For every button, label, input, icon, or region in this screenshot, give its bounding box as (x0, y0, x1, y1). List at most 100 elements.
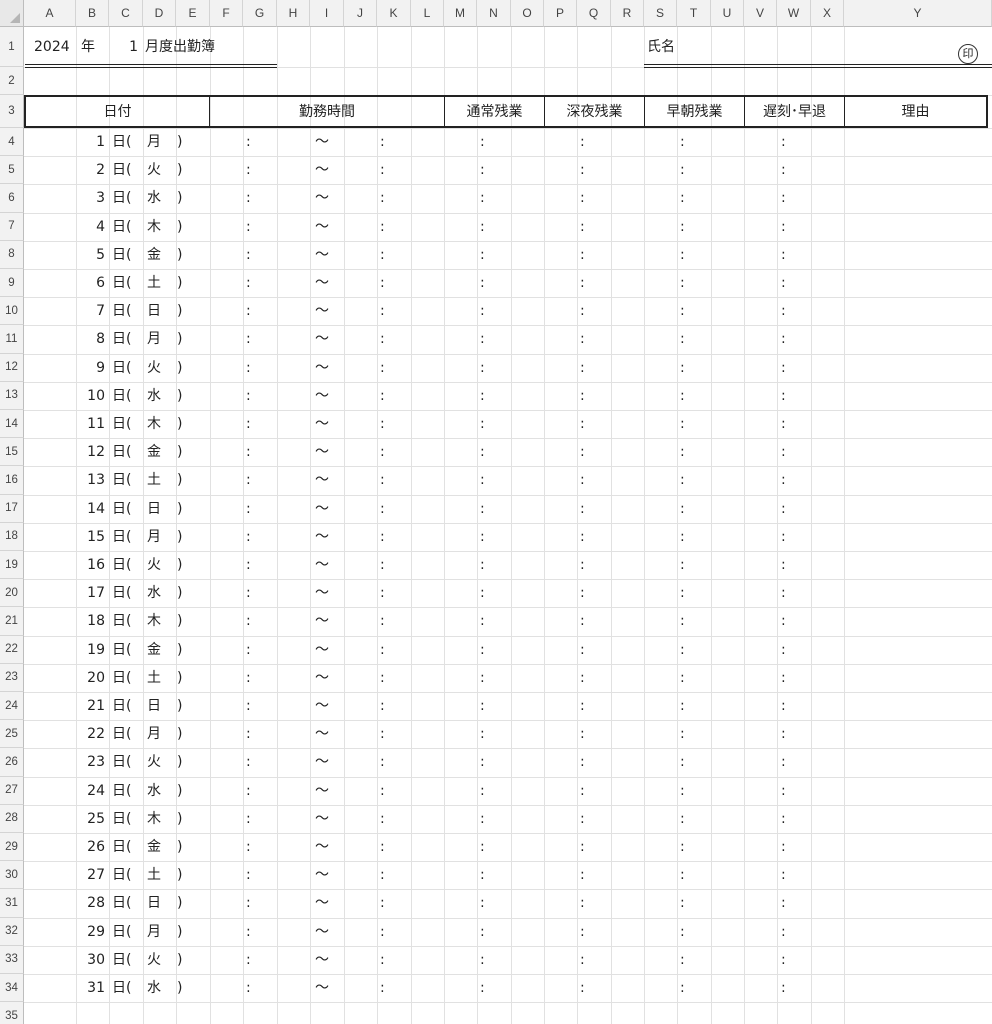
close-paren-cell[interactable]: ) (177, 811, 182, 827)
late-early-sep-cell[interactable]: : (781, 360, 786, 376)
day-suffix-cell[interactable]: 日( (112, 331, 131, 347)
day-number-cell[interactable]: 30 (76, 952, 105, 968)
late-early-sep-cell[interactable]: : (781, 444, 786, 460)
close-paren-cell[interactable]: ) (177, 416, 182, 432)
day-suffix-cell[interactable]: 日( (112, 162, 131, 178)
close-paren-cell[interactable]: ) (177, 895, 182, 911)
weekday-cell[interactable]: 金 (145, 839, 163, 855)
night-overtime-sep-cell[interactable]: : (580, 783, 585, 799)
end-time-sep-cell[interactable]: : (380, 275, 385, 291)
end-time-sep-cell[interactable]: : (380, 642, 385, 658)
time-range-sep-cell[interactable]: 〜 (312, 895, 332, 911)
start-time-sep-cell[interactable]: : (246, 726, 251, 742)
early-overtime-sep-cell[interactable]: : (680, 557, 685, 573)
day-suffix-cell[interactable]: 日( (112, 388, 131, 404)
day-suffix-cell[interactable]: 日( (112, 134, 131, 150)
normal-overtime-sep-cell[interactable]: : (480, 585, 485, 601)
night-overtime-sep-cell[interactable]: : (580, 754, 585, 770)
night-overtime-sep-cell[interactable]: : (580, 952, 585, 968)
late-early-sep-cell[interactable]: : (781, 388, 786, 404)
late-early-sep-cell[interactable]: : (781, 275, 786, 291)
start-time-sep-cell[interactable]: : (246, 754, 251, 770)
late-early-sep-cell[interactable]: : (781, 867, 786, 883)
late-early-sep-cell[interactable]: : (781, 557, 786, 573)
night-overtime-sep-cell[interactable]: : (580, 303, 585, 319)
early-overtime-sep-cell[interactable]: : (680, 783, 685, 799)
end-time-sep-cell[interactable]: : (380, 501, 385, 517)
time-range-sep-cell[interactable]: 〜 (312, 190, 332, 206)
late-early-sep-cell[interactable]: : (781, 670, 786, 686)
late-early-sep-cell[interactable]: : (781, 754, 786, 770)
close-paren-cell[interactable]: ) (177, 613, 182, 629)
weekday-cell[interactable]: 木 (145, 811, 163, 827)
weekday-cell[interactable]: 水 (145, 980, 163, 996)
normal-overtime-sep-cell[interactable]: : (480, 839, 485, 855)
normal-overtime-sep-cell[interactable]: : (480, 952, 485, 968)
day-suffix-cell[interactable]: 日( (112, 613, 131, 629)
weekday-cell[interactable]: 日 (145, 698, 163, 714)
early-overtime-sep-cell[interactable]: : (680, 924, 685, 940)
night-overtime-sep-cell[interactable]: : (580, 190, 585, 206)
early-overtime-sep-cell[interactable]: : (680, 331, 685, 347)
day-suffix-cell[interactable]: 日( (112, 726, 131, 742)
close-paren-cell[interactable]: ) (177, 754, 182, 770)
day-number-cell[interactable]: 21 (76, 698, 105, 714)
start-time-sep-cell[interactable]: : (246, 360, 251, 376)
day-suffix-cell[interactable]: 日( (112, 416, 131, 432)
early-overtime-sep-cell[interactable]: : (680, 472, 685, 488)
night-overtime-sep-cell[interactable]: : (580, 557, 585, 573)
end-time-sep-cell[interactable]: : (380, 670, 385, 686)
time-range-sep-cell[interactable]: 〜 (312, 331, 332, 347)
early-overtime-sep-cell[interactable]: : (680, 642, 685, 658)
day-suffix-cell[interactable]: 日( (112, 444, 131, 460)
close-paren-cell[interactable]: ) (177, 444, 182, 460)
time-range-sep-cell[interactable]: 〜 (312, 839, 332, 855)
time-range-sep-cell[interactable]: 〜 (312, 642, 332, 658)
normal-overtime-sep-cell[interactable]: : (480, 190, 485, 206)
day-number-cell[interactable]: 4 (76, 219, 105, 235)
night-overtime-sep-cell[interactable]: : (580, 698, 585, 714)
day-number-cell[interactable]: 11 (76, 416, 105, 432)
close-paren-cell[interactable]: ) (177, 529, 182, 545)
night-overtime-sep-cell[interactable]: : (580, 162, 585, 178)
start-time-sep-cell[interactable]: : (246, 670, 251, 686)
weekday-cell[interactable]: 日 (145, 501, 163, 517)
early-overtime-sep-cell[interactable]: : (680, 952, 685, 968)
late-early-sep-cell[interactable]: : (781, 952, 786, 968)
late-early-sep-cell[interactable]: : (781, 924, 786, 940)
start-time-sep-cell[interactable]: : (246, 698, 251, 714)
start-time-sep-cell[interactable]: : (246, 867, 251, 883)
night-overtime-sep-cell[interactable]: : (580, 472, 585, 488)
day-suffix-cell[interactable]: 日( (112, 303, 131, 319)
early-overtime-sep-cell[interactable]: : (680, 754, 685, 770)
close-paren-cell[interactable]: ) (177, 670, 182, 686)
day-number-cell[interactable]: 1 (76, 134, 105, 150)
time-range-sep-cell[interactable]: 〜 (312, 613, 332, 629)
close-paren-cell[interactable]: ) (177, 472, 182, 488)
normal-overtime-sep-cell[interactable]: : (480, 867, 485, 883)
day-suffix-cell[interactable]: 日( (112, 924, 131, 940)
night-overtime-sep-cell[interactable]: : (580, 134, 585, 150)
normal-overtime-sep-cell[interactable]: : (480, 388, 485, 404)
start-time-sep-cell[interactable]: : (246, 134, 251, 150)
weekday-cell[interactable]: 月 (145, 924, 163, 940)
day-suffix-cell[interactable]: 日( (112, 219, 131, 235)
close-paren-cell[interactable]: ) (177, 698, 182, 714)
normal-overtime-sep-cell[interactable]: : (480, 360, 485, 376)
normal-overtime-sep-cell[interactable]: : (480, 670, 485, 686)
day-number-cell[interactable]: 24 (76, 783, 105, 799)
late-early-sep-cell[interactable]: : (781, 585, 786, 601)
late-early-sep-cell[interactable]: : (781, 416, 786, 432)
late-early-sep-cell[interactable]: : (781, 134, 786, 150)
normal-overtime-sep-cell[interactable]: : (480, 472, 485, 488)
close-paren-cell[interactable]: ) (177, 388, 182, 404)
end-time-sep-cell[interactable]: : (380, 360, 385, 376)
close-paren-cell[interactable]: ) (177, 303, 182, 319)
end-time-sep-cell[interactable]: : (380, 726, 385, 742)
time-range-sep-cell[interactable]: 〜 (312, 388, 332, 404)
night-overtime-sep-cell[interactable]: : (580, 444, 585, 460)
start-time-sep-cell[interactable]: : (246, 501, 251, 517)
normal-overtime-sep-cell[interactable]: : (480, 754, 485, 770)
day-number-cell[interactable]: 14 (76, 501, 105, 517)
end-time-sep-cell[interactable]: : (380, 388, 385, 404)
